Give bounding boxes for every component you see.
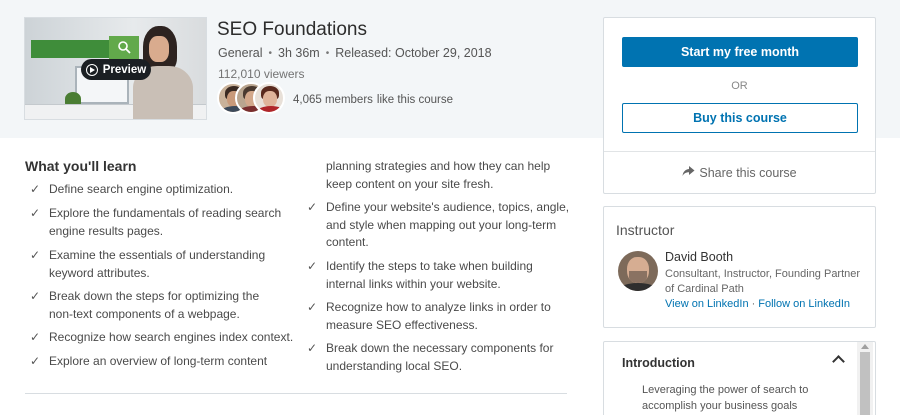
- buy-course-button[interactable]: Buy this course: [622, 103, 858, 133]
- start-free-month-button[interactable]: Start my free month: [622, 37, 858, 67]
- course-category: General: [218, 46, 263, 60]
- course-release-date: Released: October 29, 2018: [335, 46, 492, 60]
- chevron-up-icon[interactable]: [831, 352, 845, 366]
- course-duration: 3h 36m: [278, 46, 320, 60]
- scrollbar-thumb[interactable]: [860, 352, 870, 415]
- list-item: ✓ Recognize how to analyze links in orde…: [307, 299, 561, 334]
- preview-button[interactable]: Preview: [81, 59, 151, 80]
- scroll-up-arrow-icon[interactable]: [860, 344, 870, 350]
- check-icon: ✓: [30, 182, 41, 196]
- course-title: SEO Foundations: [217, 19, 367, 40]
- member-avatars: [217, 82, 287, 116]
- check-icon: ✓: [307, 200, 318, 214]
- thumbnail-person-face: [149, 36, 169, 62]
- check-icon: ✓: [30, 289, 41, 303]
- list-item: ✓ Define your website's audience, topics…: [307, 199, 572, 252]
- purchase-card: Start my free month OR Buy this course S…: [603, 17, 876, 194]
- link-separator: ·: [751, 298, 756, 310]
- instructor-links: View on LinkedIn · Follow on LinkedIn: [665, 298, 850, 310]
- toc-section-title[interactable]: Introduction: [622, 356, 695, 370]
- toc-video-item[interactable]: Leveraging the power of search to accomp…: [642, 382, 827, 414]
- list-item: ✓ Identify the steps to take when buildi…: [307, 258, 551, 293]
- list-item: ✓ Explore the fundamentals of reading se…: [30, 205, 294, 240]
- list-item: ✓ Examine the essentials of understandin…: [30, 247, 284, 282]
- check-icon: ✓: [307, 341, 318, 355]
- meta-separator-dot: •: [325, 47, 330, 59]
- check-icon: ✓: [30, 248, 41, 262]
- card-divider: [604, 151, 875, 152]
- check-icon: ✓: [30, 330, 41, 344]
- list-item: ✓ Recognize how search engines index con…: [30, 329, 299, 347]
- thumbnail-search-icon: [117, 40, 131, 54]
- or-divider-label: OR: [731, 80, 748, 92]
- learn-heading: What you'll learn: [25, 158, 137, 174]
- check-icon: ✓: [30, 354, 41, 368]
- share-arrow-icon: [682, 166, 695, 180]
- share-label: Share this course: [699, 166, 797, 180]
- instructor-heading: Instructor: [616, 222, 675, 238]
- instructor-role: Consultant, Instructor, Founding Partner…: [665, 268, 861, 295]
- list-item: ✓ Break down the steps for optimizing th…: [30, 288, 284, 323]
- check-icon: ✓: [30, 206, 41, 220]
- viewer-count: 112,010 viewers: [218, 67, 305, 81]
- list-item-continuation: planning strategies and how they can hel…: [326, 159, 551, 191]
- members-count: 4,065 members: [293, 94, 373, 106]
- view-on-linkedin-link[interactable]: View on LinkedIn: [665, 298, 749, 310]
- avatar: [253, 82, 285, 114]
- preview-label: Preview: [102, 63, 147, 76]
- section-divider: [25, 393, 567, 394]
- instructor-avatar[interactable]: [618, 251, 658, 291]
- members-suffix: like this course: [376, 94, 453, 106]
- members-like-text: 4,065 members like this course: [293, 94, 453, 106]
- check-icon: ✓: [307, 259, 318, 273]
- play-icon: [85, 63, 98, 76]
- list-item: ✓ Explore an overview of long-term conte…: [30, 353, 299, 371]
- list-item: ✓ Break down the necessary components fo…: [307, 340, 561, 375]
- check-icon: ✓: [307, 300, 318, 314]
- contents-panel: Introduction Leveraging the power of sea…: [603, 341, 876, 415]
- instructor-name[interactable]: David Booth: [665, 250, 733, 264]
- follow-on-linkedin-link[interactable]: Follow on LinkedIn: [758, 298, 850, 310]
- course-meta: General • 3h 36m • Released: October 29,…: [218, 46, 492, 60]
- instructor-card: Instructor David Booth Consultant, Instr…: [603, 206, 876, 328]
- share-course-button[interactable]: Share this course: [604, 166, 875, 180]
- meta-separator-dot: •: [268, 47, 272, 59]
- list-item: ✓ Define search engine optimization.: [30, 181, 294, 199]
